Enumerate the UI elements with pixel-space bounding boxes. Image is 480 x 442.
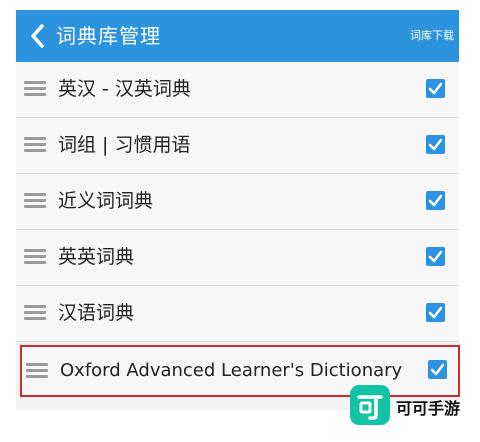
dictionary-checkbox[interactable] — [426, 191, 445, 210]
dictionary-checkbox[interactable] — [426, 135, 445, 154]
check-icon — [428, 250, 443, 263]
drag-handle-icon[interactable] — [26, 363, 48, 379]
watermark-logo-icon — [350, 385, 390, 425]
dictionary-row[interactable]: 汉语词典 — [16, 286, 459, 342]
page-title: 词典库管理 — [56, 24, 161, 48]
check-icon — [430, 363, 445, 376]
drag-handle-icon[interactable] — [24, 193, 46, 209]
dictionary-checkbox[interactable] — [426, 247, 445, 266]
check-icon — [428, 194, 443, 207]
drag-handle-icon[interactable] — [24, 81, 46, 97]
dictionary-row[interactable]: 英英词典 — [16, 230, 459, 286]
dictionary-label: 英英词典 — [58, 246, 135, 268]
dictionary-checkbox[interactable] — [426, 79, 445, 98]
watermark-text: 可可手游 — [396, 399, 461, 418]
chevron-left-icon — [31, 24, 44, 48]
dictionary-label: 英汉 - 汉英词典 — [58, 78, 191, 100]
dictionary-row[interactable]: 英汉 - 汉英词典 — [16, 62, 459, 118]
dictionary-label: 汉语词典 — [58, 302, 135, 324]
check-icon — [428, 138, 443, 151]
check-icon — [428, 306, 443, 319]
drag-handle-icon[interactable] — [24, 137, 46, 153]
title-bar: 词典库管理 词库下载 — [16, 10, 459, 62]
dictionary-row[interactable]: 词组 | 习惯用语 — [16, 118, 459, 174]
dictionary-row[interactable]: 近义词词典 — [16, 174, 459, 230]
drag-handle-icon[interactable] — [24, 305, 46, 321]
dictionary-label: 近义词词典 — [58, 190, 154, 212]
check-icon — [428, 82, 443, 95]
dictionary-list: 英汉 - 汉英词典 词组 | 习惯用语 近义词词典 英英词典 汉语词典 Oxfo… — [16, 62, 460, 397]
back-button[interactable] — [26, 21, 50, 51]
app-screen: 词典库管理 词库下载 英汉 - 汉英词典 词组 | 习惯用语 近义词词典 英英词… — [16, 10, 460, 410]
drag-handle-icon[interactable] — [24, 249, 46, 265]
watermark: 可可手游 — [350, 385, 470, 429]
dictionary-checkbox[interactable] — [426, 303, 445, 322]
download-dictionaries-button[interactable]: 词库下载 — [410, 10, 454, 62]
dictionary-checkbox[interactable] — [428, 360, 447, 379]
dictionary-label: 词组 | 习惯用语 — [58, 134, 191, 156]
